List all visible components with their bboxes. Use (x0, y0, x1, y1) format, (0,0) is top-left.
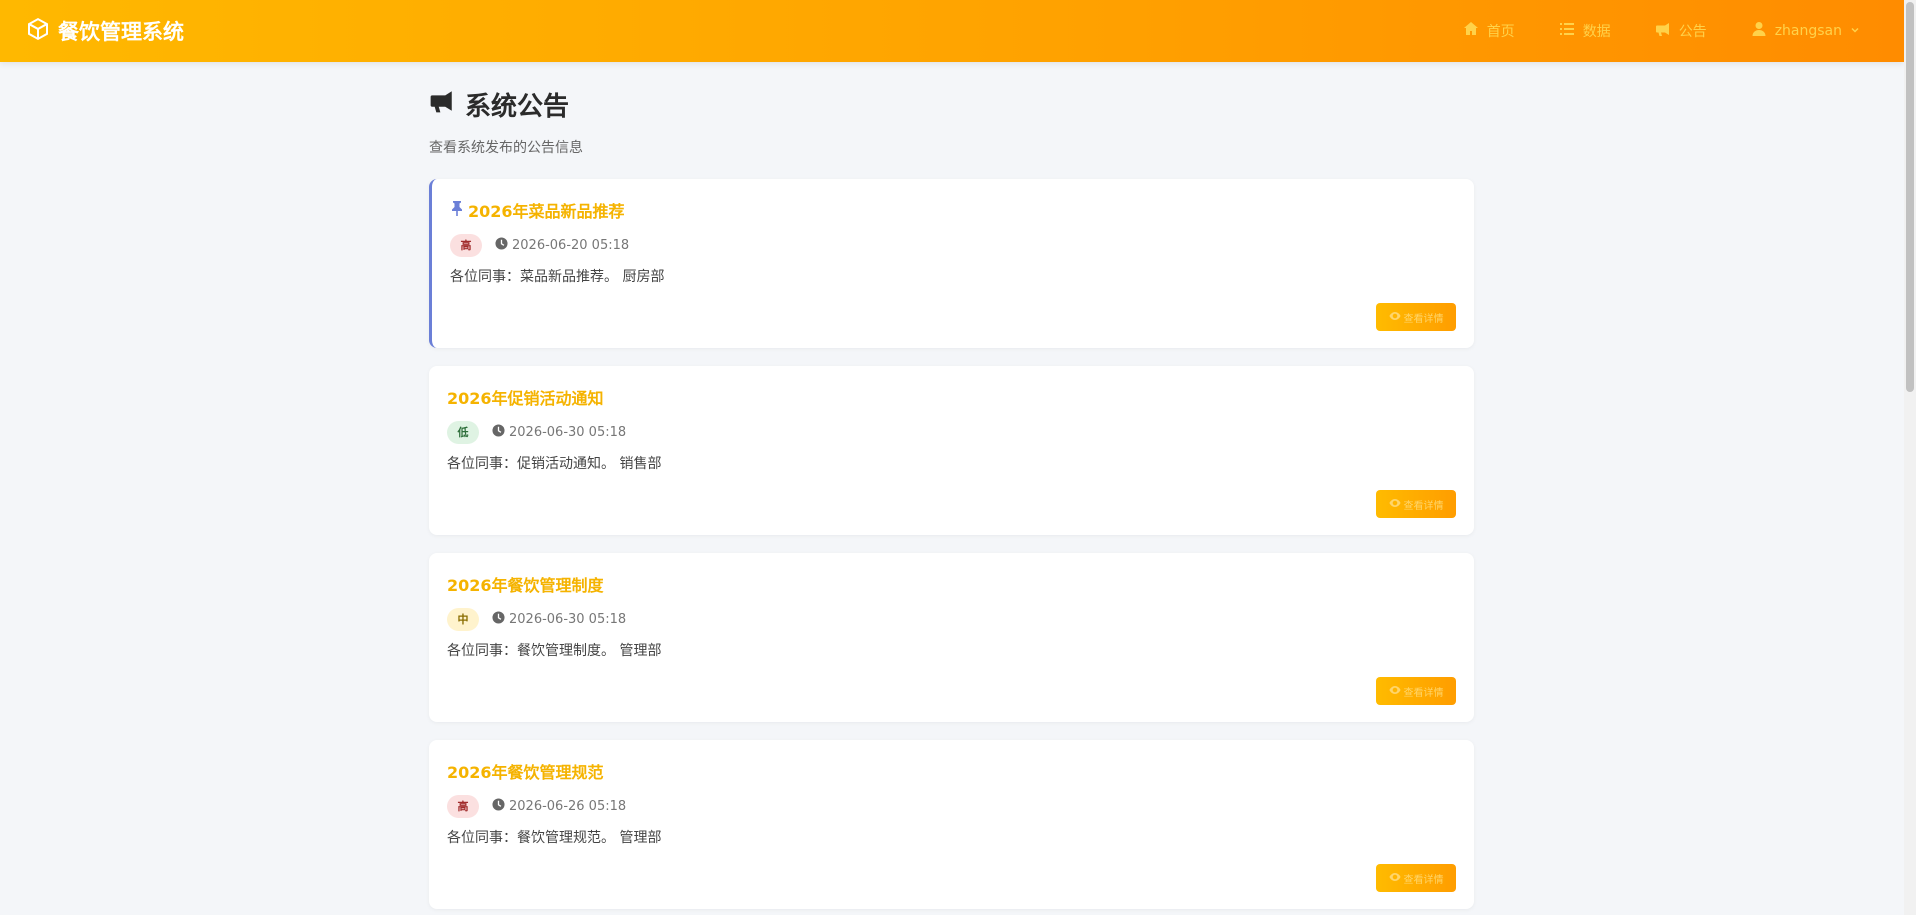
chevron-down-icon (1850, 23, 1860, 39)
announcement-title-text: 2026年促销活动通知 (447, 389, 604, 408)
announcement-card[interactable]: 2026年菜品新品推荐 高 2026-06-20 05:18 各位同事：菜品新品… (429, 179, 1474, 348)
nav-item-announcements[interactable]: 公告 (1655, 21, 1707, 41)
announcement-time: 2026-06-30 05:18 (492, 610, 627, 628)
brand[interactable]: 餐饮管理系统 (26, 0, 184, 62)
announcement-meta: 高 2026-06-26 05:18 (447, 794, 1456, 818)
clock-icon (492, 610, 505, 628)
priority-badge: 高 (450, 233, 482, 257)
list-icon (1559, 21, 1575, 41)
top-navbar: 餐饮管理系统 首页 数据 公告 zhangsan (0, 0, 1904, 62)
priority-badge: 中 (447, 607, 479, 631)
view-detail-button[interactable]: 查看详情 (1376, 677, 1456, 705)
announcement-title-text: 2026年餐饮管理制度 (447, 576, 604, 595)
announcement-time-text: 2026-06-30 05:18 (509, 424, 627, 440)
announcement-meta: 高 2026-06-20 05:18 (450, 233, 1456, 257)
announcement-title[interactable]: 2026年菜品新品推荐 (450, 199, 1456, 221)
view-detail-label: 查看详情 (1403, 500, 1444, 512)
scrollbar-thumb[interactable] (1906, 2, 1914, 392)
eye-icon (1389, 872, 1401, 885)
page-subtitle: 查看系统发布的公告信息 (429, 140, 583, 156)
announcement-content: 各位同事：菜品新品推荐。 厨房部 (450, 269, 665, 285)
announcement-meta: 低 2026-06-30 05:18 (447, 420, 1456, 444)
user-menu[interactable]: zhangsan (1751, 21, 1860, 41)
nav-item-data[interactable]: 数据 (1559, 21, 1611, 41)
eye-icon (1389, 311, 1401, 324)
home-icon (1463, 21, 1479, 41)
view-detail-label: 查看详情 (1403, 313, 1444, 325)
announcement-card[interactable]: 2026年餐饮管理规范 高 2026-06-26 05:18 各位同事：餐饮管理… (429, 740, 1474, 909)
clock-icon (495, 236, 508, 254)
view-detail-label: 查看详情 (1403, 874, 1444, 886)
view-detail-button[interactable]: 查看详情 (1376, 490, 1456, 518)
announcement-title[interactable]: 2026年促销活动通知 (447, 386, 1456, 408)
announcement-time-text: 2026-06-30 05:18 (509, 611, 627, 627)
announcement-title[interactable]: 2026年餐饮管理规范 (447, 760, 1456, 782)
main-content: 系统公告 查看系统发布的公告信息 2026年菜品新品推荐 高 2026-06-2… (429, 62, 1474, 915)
announcement-meta: 中 2026-06-30 05:18 (447, 607, 1456, 631)
page-title: 系统公告 (429, 86, 1474, 123)
priority-badge: 高 (447, 794, 479, 818)
nav-item-home[interactable]: 首页 (1463, 21, 1515, 41)
announcement-title-text: 2026年菜品新品推荐 (468, 202, 625, 221)
view-detail-button[interactable]: 查看详情 (1376, 303, 1456, 331)
announcement-time: 2026-06-30 05:18 (492, 423, 627, 441)
announcement-time-text: 2026-06-26 05:18 (509, 798, 627, 814)
announcement-content: 各位同事：促销活动通知。 销售部 (447, 456, 662, 472)
priority-badge: 低 (447, 420, 479, 444)
nav-item-label: 数据 (1582, 24, 1611, 40)
user-name: zhangsan (1774, 23, 1842, 39)
eye-icon (1389, 685, 1401, 698)
app-title: 餐饮管理系统 (58, 20, 184, 44)
megaphone-icon (429, 88, 455, 121)
clock-icon (492, 423, 505, 441)
announcement-content: 各位同事：餐饮管理规范。 管理部 (447, 830, 662, 846)
cube-icon (26, 17, 50, 46)
vertical-scrollbar[interactable] (1904, 0, 1916, 915)
announcement-time: 2026-06-26 05:18 (492, 797, 627, 815)
announcement-time: 2026-06-20 05:18 (495, 236, 630, 254)
user-icon (1751, 21, 1767, 41)
clock-icon (492, 797, 505, 815)
eye-icon (1389, 498, 1401, 511)
announcement-card[interactable]: 2026年促销活动通知 低 2026-06-30 05:18 各位同事：促销活动… (429, 366, 1474, 535)
view-detail-button[interactable]: 查看详情 (1376, 864, 1456, 892)
page-title-text: 系统公告 (465, 92, 570, 122)
announcement-time-text: 2026-06-20 05:18 (512, 237, 630, 253)
view-detail-label: 查看详情 (1403, 687, 1444, 699)
announcement-card[interactable]: 2026年餐饮管理制度 中 2026-06-30 05:18 各位同事：餐饮管理… (429, 553, 1474, 722)
nav-item-label: 公告 (1678, 24, 1707, 40)
announcement-title[interactable]: 2026年餐饮管理制度 (447, 573, 1456, 595)
announcement-title-text: 2026年餐饮管理规范 (447, 763, 604, 782)
nav-menu: 首页 数据 公告 zhangsan (1463, 0, 1860, 62)
announcement-content: 各位同事：餐饮管理制度。 管理部 (447, 643, 662, 659)
nav-item-label: 首页 (1486, 24, 1515, 40)
megaphone-icon (1655, 21, 1671, 41)
pin-icon (450, 200, 464, 220)
announcement-list: 2026年菜品新品推荐 高 2026-06-20 05:18 各位同事：菜品新品… (429, 179, 1474, 909)
